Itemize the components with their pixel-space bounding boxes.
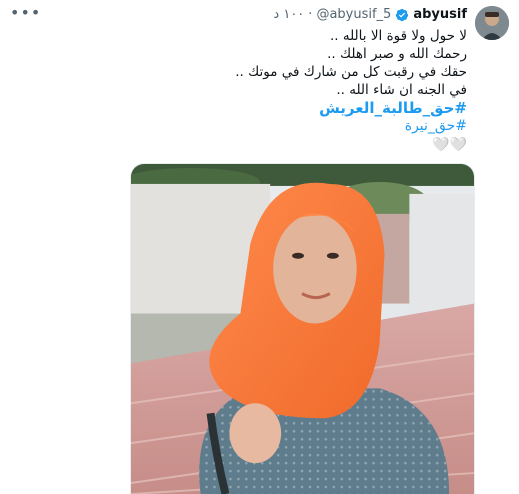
tweet[interactable]: ••• abyusif @abyusif_5 · ١٠٠ د لا حول ول… (0, 0, 519, 494)
verified-badge-icon (396, 8, 409, 22)
avatar[interactable] (475, 6, 509, 40)
hashtag-link-primary[interactable]: #حق_طالبة_العريش (52, 99, 467, 117)
white-heart-emoji: 🤍🤍 (432, 137, 467, 153)
tweet-line: حقك في رقبت كل من شارك في موتك .. (235, 64, 467, 80)
timestamp[interactable]: ١٠٠ د (273, 6, 304, 24)
tweet-photo[interactable] (130, 163, 475, 494)
tweet-line: رحمك الله و صبر اهلك .. (327, 46, 467, 62)
tweet-content: abyusif @abyusif_5 · ١٠٠ د لا حول ولا قو… (52, 6, 467, 153)
photo-icon (131, 164, 474, 494)
separator-dot: · (308, 7, 313, 22)
tweet-text: لا حول ولا قوة الا بالله .. رحمك الله و … (52, 27, 467, 153)
display-name[interactable]: abyusif (413, 6, 467, 24)
tweet-line: لا حول ولا قوة الا بالله .. (329, 28, 467, 44)
more-options-icon[interactable]: ••• (10, 5, 41, 21)
hashtag-link-secondary[interactable]: #حق_نيرة (52, 117, 467, 135)
tweet-line: في الجنه ان شاء الله .. (336, 82, 467, 98)
handle[interactable]: @abyusif_5 (316, 6, 391, 24)
tweet-header: abyusif @abyusif_5 · ١٠٠ د (52, 6, 467, 24)
